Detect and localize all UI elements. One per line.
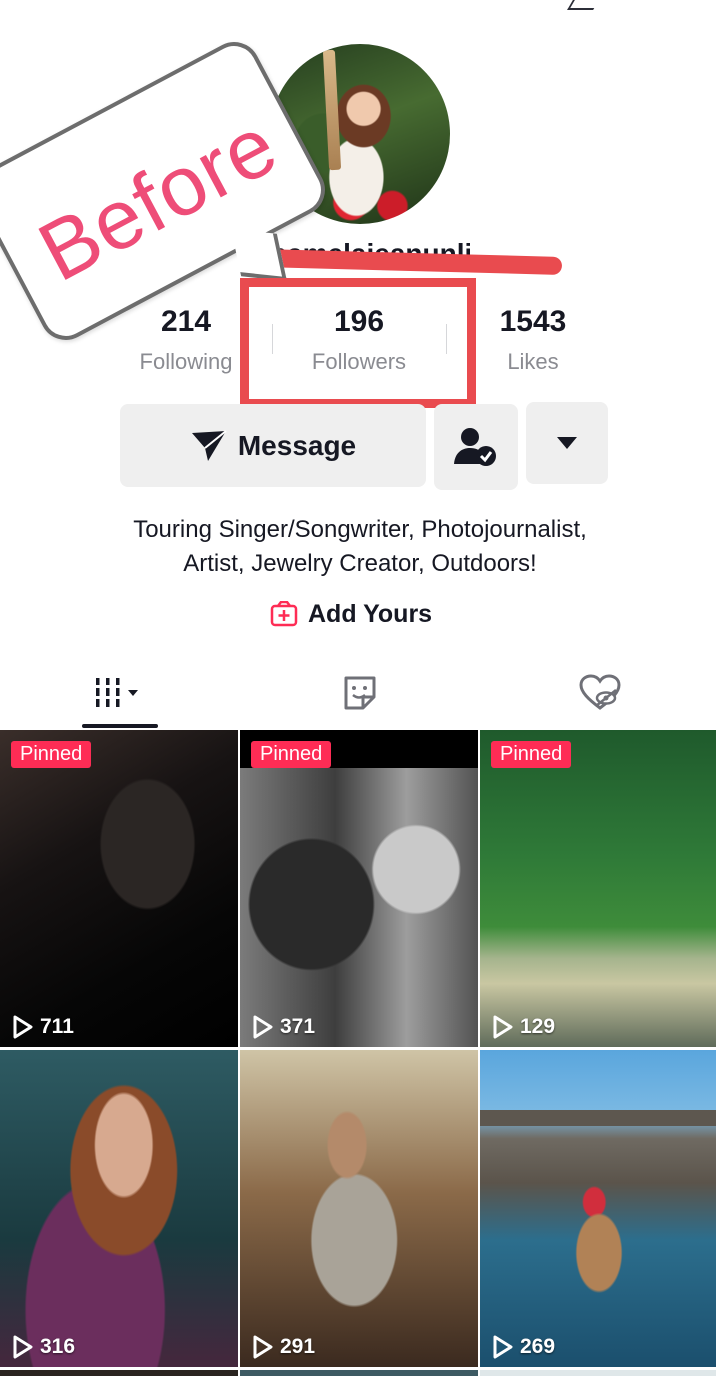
likes-count: 1543: [499, 305, 567, 338]
video-tile[interactable]: 291: [240, 1050, 478, 1367]
message-label: Message: [237, 429, 357, 461]
view-count: 371: [252, 1015, 315, 1039]
video-tile[interactable]: Pinned 371: [240, 730, 478, 1047]
friends-button[interactable]: [434, 404, 518, 490]
next-row-tile-edge: [480, 1370, 716, 1376]
add-box-icon: [270, 601, 298, 627]
next-row-tile-edge: [0, 1370, 238, 1376]
status-area: [0, 0, 716, 14]
bio-line-1: Touring Singer/Songwriter, Photojournali…: [133, 516, 587, 543]
caret-down-icon: [557, 437, 577, 449]
bio-line-2: Artist, Jewelry Creator, Outdoors!: [183, 550, 537, 577]
view-count-value: 269: [520, 1335, 556, 1358]
top-glyph-fragment: [567, 0, 599, 10]
grid-videos-icon: [96, 678, 138, 707]
view-count-value: 316: [40, 1335, 76, 1358]
video-grid: Pinned 711 Pinned 371 Pinned 129 316 291…: [0, 730, 716, 1376]
following-label: Following: [139, 349, 233, 374]
video-tile[interactable]: Pinned 711: [0, 730, 238, 1047]
tab-reposts[interactable]: [320, 660, 400, 726]
sticker-face-icon: [344, 676, 376, 710]
pinned-badge: Pinned: [491, 741, 572, 768]
view-count: 129: [492, 1015, 555, 1039]
stat-following[interactable]: 214 Following: [116, 305, 256, 375]
next-row-tile-edge: [240, 1370, 478, 1376]
likes-label: Likes: [507, 349, 559, 374]
message-button[interactable]: Message: [120, 404, 426, 487]
view-count: 269: [492, 1335, 555, 1359]
active-tab-indicator: [82, 724, 158, 728]
video-tile[interactable]: Pinned 129: [480, 730, 716, 1047]
view-count-value: 371: [280, 1015, 316, 1038]
tab-liked[interactable]: [560, 660, 640, 726]
following-count: 214: [160, 305, 212, 338]
view-count: 316: [12, 1335, 75, 1359]
tab-videos[interactable]: [80, 660, 160, 726]
view-count-value: 129: [520, 1015, 556, 1038]
send-icon: [191, 429, 227, 461]
followers-highlight-box: [240, 278, 476, 408]
boathouse-roof: [480, 1110, 716, 1126]
profile-tabs: [0, 660, 716, 730]
play-icon: [253, 1015, 273, 1039]
pinned-badge: Pinned: [251, 741, 332, 768]
bio: Touring Singer/Songwriter, Photojournali…: [60, 513, 660, 581]
view-count: 711: [12, 1015, 74, 1039]
pinned-badge: Pinned: [11, 741, 92, 768]
person-check-icon: [454, 428, 496, 466]
video-tile[interactable]: 316: [0, 1050, 238, 1367]
view-count: 291: [252, 1335, 315, 1359]
stat-likes[interactable]: 1543 Likes: [463, 305, 603, 375]
hidden-heart-icon: [579, 674, 621, 710]
view-count-value: 291: [280, 1335, 316, 1358]
play-icon: [13, 1335, 33, 1359]
play-icon: [493, 1335, 513, 1359]
add-yours-link[interactable]: Add Yours: [270, 598, 432, 630]
before-sticker-tail: [231, 228, 287, 282]
more-options-button[interactable]: [526, 402, 608, 484]
play-icon: [493, 1015, 513, 1039]
play-icon: [253, 1335, 273, 1359]
view-count-value: 711: [40, 1015, 74, 1038]
video-tile[interactable]: 269: [480, 1050, 716, 1367]
play-icon: [13, 1015, 33, 1039]
add-yours-label: Add Yours: [308, 599, 433, 628]
guitar-neck-shape: [322, 49, 342, 171]
